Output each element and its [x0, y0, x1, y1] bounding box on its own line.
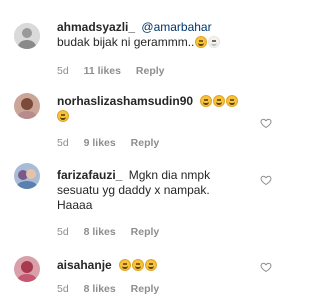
laughing-emoji-icon [57, 110, 69, 122]
laughing-emoji-icon [119, 259, 132, 271]
comment-header: ahmadsyazli_ @amarbahar [57, 20, 274, 35]
avatar[interactable] [14, 256, 40, 282]
laughing-emoji-icon [226, 95, 239, 107]
comment-text-row: Haaaa [57, 198, 274, 213]
comment-age: 5d [57, 65, 69, 77]
comment-age: 5d [57, 137, 69, 149]
laughing-emoji-icon [213, 95, 226, 107]
comment-meta: 5d 9 likes Reply [57, 137, 171, 150]
comment-text: sesuatu yg daddy x nampak. [57, 183, 210, 197]
reply-button[interactable]: Reply [131, 283, 160, 296]
comment-item: farizafauzi_ Mgkn dia nmpk sesuatu yg da… [0, 158, 280, 248]
laughing-emoji-icon [132, 259, 145, 271]
comment-likes[interactable]: 9 likes [84, 137, 116, 150]
comment-mention[interactable]: @amarbahar [141, 20, 211, 34]
comment-age: 5d [57, 283, 69, 295]
avatar[interactable] [14, 93, 40, 119]
comment-header: norhaslizashamsudin90 [57, 94, 274, 109]
laughing-emoji-icon [208, 36, 221, 48]
comment-text-row: sesuatu yg daddy x nampak. [57, 183, 274, 198]
reply-button[interactable]: Reply [136, 65, 165, 78]
avatar[interactable] [14, 23, 40, 49]
comment-likes[interactable]: 11 likes [84, 65, 121, 78]
laughing-emoji-icon [145, 259, 158, 271]
avatar[interactable] [14, 163, 40, 189]
comment-meta: 5d 8 likes Reply [57, 283, 171, 296]
comment-meta: 5d 11 likes Reply [57, 65, 177, 78]
comment-username[interactable]: ahmadsyazli_ [57, 20, 135, 34]
comment-username[interactable]: aisahanje [57, 258, 112, 272]
laughing-emoji-icon [195, 36, 208, 48]
reply-button[interactable]: Reply [131, 226, 160, 239]
comment-age: 5d [57, 226, 69, 238]
heart-outline-icon[interactable] [260, 261, 272, 273]
comment-item: ahmadsyazli_ @amarbahar budak bijak ni g… [0, 0, 280, 80]
comment-text-row [57, 109, 274, 124]
comment-likes[interactable]: 8 likes [84, 226, 116, 239]
comment-username[interactable]: farizafauzi_ [57, 168, 122, 182]
comment-text: budak bijak ni gerammm.. [57, 35, 195, 49]
comment-username[interactable]: norhaslizashamsudin90 [57, 94, 193, 108]
comment-text-row: budak bijak ni gerammm.. [57, 35, 274, 50]
heart-outline-icon[interactable] [260, 174, 272, 186]
comment-item: aisahanje 5d 8 likes Reply [0, 250, 280, 300]
comment-item: norhaslizashamsudin90 5d 9 likes Reply [0, 85, 280, 155]
comment-text: Haaaa [57, 198, 93, 212]
reply-button[interactable]: Reply [131, 137, 160, 150]
comment-header: aisahanje [57, 258, 274, 273]
laughing-emoji-icon [200, 95, 213, 107]
comment-header: farizafauzi_ Mgkn dia nmpk [57, 168, 274, 183]
heart-outline-icon[interactable] [260, 117, 272, 129]
comment-meta: 5d 8 likes Reply [57, 226, 171, 239]
comment-text: Mgkn dia nmpk [128, 168, 211, 182]
comment-likes[interactable]: 8 likes [84, 283, 116, 296]
